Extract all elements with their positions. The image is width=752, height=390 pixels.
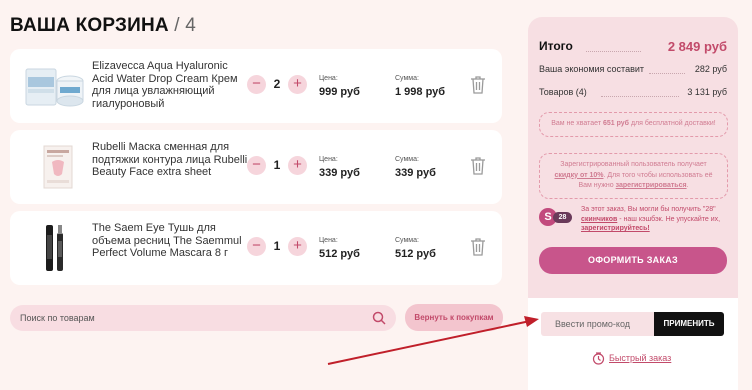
decrease-button[interactable]: − [247,75,266,94]
quick-order-label[interactable]: Быстрый заказ [609,353,671,363]
price-label: Цена: [319,156,338,163]
discount-link[interactable]: скидку от 10% [554,172,603,179]
registration-discount-notice: Зарегистрированный пользователь получает… [539,153,728,199]
summary-box: Итого 2 849 руб Ваша экономия составит 2… [528,17,738,298]
dotted-leader [649,64,685,74]
trash-icon[interactable] [470,156,486,176]
trash-icon[interactable] [470,75,486,95]
clock-icon [592,352,605,365]
cart-item: Rubelli Маска сменная для подтяжки конту… [10,130,502,204]
quantity-value: 1 [273,158,281,172]
price-label: Цена: [319,75,338,82]
quantity-stepper: − 1 + [247,156,307,176]
sum-label: Сумма: [395,237,419,244]
dotted-leader [586,42,641,52]
search-icon[interactable] [372,311,386,325]
goods-label: Товаров (4) [539,87,587,97]
product-search [10,305,396,331]
sum-label: Сумма: [395,156,419,163]
increase-button[interactable]: + [288,156,307,175]
price-value: 512 руб [319,248,360,260]
sum-value: 1 998 руб [395,86,446,98]
cart-panel: ВАША КОРЗИНА / 4 Elizavecca Aqua Hyaluro… [0,0,520,390]
order-summary-panel: Итого 2 849 руб Ваша экономия составит 2… [528,17,738,390]
cart-title: ВАША КОРЗИНА / 4 [10,15,196,37]
quantity-value: 2 [273,77,281,91]
savings-value: 282 руб [694,64,727,74]
quantity-stepper: − 2 + [247,75,307,95]
promo-code-input[interactable] [541,312,654,336]
price-value: 999 руб [319,86,360,98]
quantity-stepper: − 1 + [247,237,307,257]
increase-button[interactable]: + [288,237,307,256]
total-value: 2 849 руб [667,39,727,54]
cart-title-text: ВАША КОРЗИНА [10,15,169,36]
sum-value: 512 руб [395,248,436,260]
decrease-button[interactable]: − [247,237,266,256]
back-to-shopping-button[interactable]: Вернуть к покупкам [405,304,503,331]
cashback-count-badge: 28 [553,212,572,223]
checkout-button[interactable]: ОФОРМИТЬ ЗАКАЗ [539,247,727,274]
cart-count: / 4 [174,15,197,36]
apply-promo-button[interactable]: ПРИМЕНИТЬ [654,312,724,336]
savings-row: Ваша экономия составит 282 руб [539,64,727,76]
register-link[interactable]: зарегистрироваться [616,182,687,189]
product-image-mask[interactable] [24,140,86,194]
dotted-leader [601,87,679,97]
savings-label: Ваша экономия составит [539,64,644,74]
product-name[interactable]: Elizavecca Aqua Hyaluronic Acid Water Dr… [92,60,250,110]
cashback-text: За этот заказ, Вы могли бы получить "28"… [581,206,721,232]
total-row: Итого 2 849 руб [539,39,727,55]
product-image-mascara[interactable] [24,221,86,275]
product-name[interactable]: Rubelli Маска сменная для подтяжки конту… [92,141,250,179]
total-label: Итого [539,39,573,53]
goods-row: Товаров (4) 3 131 руб [539,87,727,99]
cart-item: Elizavecca Aqua Hyaluronic Acid Water Dr… [10,49,502,123]
search-input[interactable] [20,305,360,331]
increase-button[interactable]: + [288,75,307,94]
sum-value: 339 руб [395,167,436,179]
product-name[interactable]: The Saem Eye Тушь для объема ресниц The … [92,222,250,260]
free-shipping-notice: Вам не хватает 651 руб для бесплатной до… [539,112,728,137]
trash-icon[interactable] [470,237,486,257]
cart-item: The Saem Eye Тушь для объема ресниц The … [10,211,502,285]
cashback-register-link[interactable]: зарегистрируйтесь! [581,225,650,232]
price-value: 339 руб [319,167,360,179]
promo-section: ПРИМЕНИТЬ Быстрый заказ [528,298,738,390]
quantity-value: 1 [273,239,281,253]
decrease-button[interactable]: − [247,156,266,175]
cashback-info: S 28 За этот заказ, Вы могли бы получить… [539,205,729,235]
price-label: Цена: [319,237,338,244]
sum-label: Сумма: [395,75,419,82]
product-image-cream[interactable] [24,59,86,113]
missing-amount: 651 руб [602,120,629,127]
goods-value: 3 131 руб [687,87,727,97]
cashback-link[interactable]: скинчиков [581,216,617,223]
